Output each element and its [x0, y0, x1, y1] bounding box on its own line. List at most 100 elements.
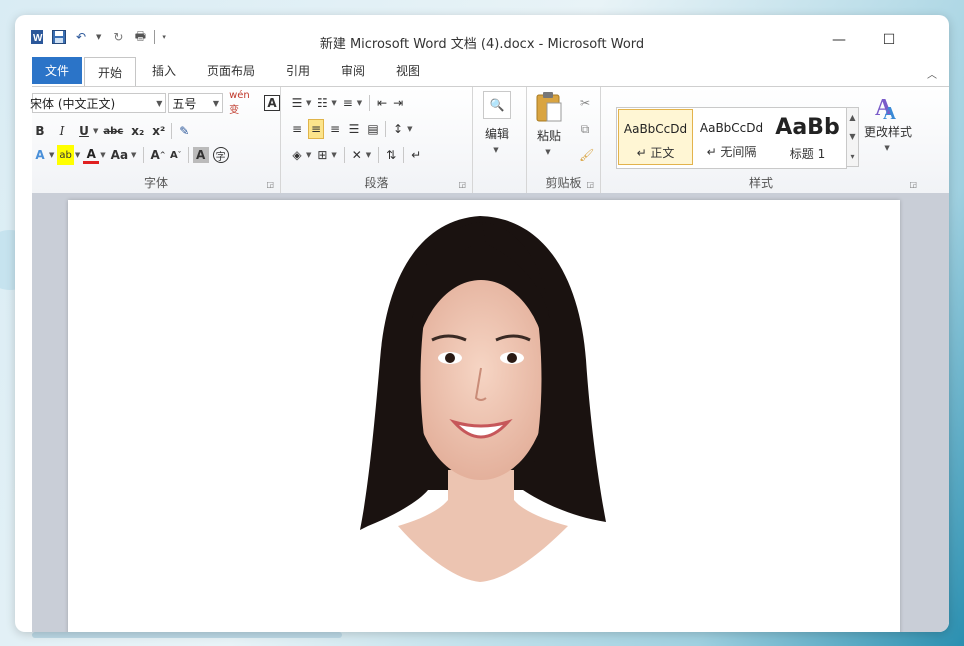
document-area[interactable]	[32, 193, 949, 632]
separator	[343, 147, 345, 163]
show-marks-icon[interactable]: ↵	[408, 145, 424, 165]
font-name-combo[interactable]: 宋体 (中文正文) ▼	[30, 93, 167, 113]
format-painter-icon[interactable]: 🖌	[577, 145, 596, 165]
edit-label: 编辑	[484, 127, 509, 141]
line-spacing-dropdown-icon[interactable]: ▼	[407, 125, 412, 133]
bullets-icon[interactable]: ☰	[289, 93, 305, 113]
chevron-down-icon: ▼	[545, 148, 551, 156]
maximize-button[interactable]: ☐	[871, 27, 907, 53]
align-right-icon[interactable]: ≡	[327, 119, 343, 139]
edit-button[interactable]: 🔍 编辑 ▼	[483, 91, 511, 154]
phonetic-guide-icon[interactable]: wén 变	[227, 90, 264, 116]
character-border-icon[interactable]: A	[264, 95, 280, 111]
dialog-launcher-icon[interactable]: ◲	[458, 180, 466, 189]
binoculars-icon: 🔍	[483, 91, 511, 119]
scroll-down-icon[interactable]: ▼	[849, 132, 855, 141]
clear-formatting-icon[interactable]: ✎	[176, 121, 192, 141]
multilevel-list-icon[interactable]: ≡	[340, 93, 356, 113]
paste-label: 粘贴	[536, 129, 561, 143]
scroll-up-icon[interactable]: ▲	[849, 113, 855, 122]
more-styles-icon[interactable]: ▾	[850, 152, 854, 161]
minimize-button[interactable]: —	[821, 27, 857, 53]
align-center-icon[interactable]: ≡	[308, 119, 325, 139]
font-color-dropdown-icon[interactable]: ▼	[100, 151, 105, 159]
highlight-dropdown-icon[interactable]: ▼	[75, 151, 80, 159]
style-normal[interactable]: AaBbCcDd ↵ 正文	[618, 109, 693, 165]
dialog-launcher-icon[interactable]: ◲	[266, 180, 274, 189]
strikethrough-button[interactable]: abc	[101, 121, 125, 141]
title-bar: W ↶ ▼ ↻ 🖶 ▾ 新建 Microsoft Word 文档 (4).doc…	[15, 15, 949, 55]
decrease-indent-icon[interactable]: ⇤	[374, 93, 390, 113]
bullets-dropdown-icon[interactable]: ▼	[306, 99, 311, 107]
borders-icon[interactable]: ⊞	[314, 145, 330, 165]
dialog-launcher-icon[interactable]: ◲	[586, 180, 594, 189]
chinese-layout-dropdown-icon[interactable]: ▼	[366, 151, 371, 159]
shrink-font-label: A	[169, 149, 178, 161]
numbering-dropdown-icon[interactable]: ▼	[331, 99, 336, 107]
change-styles-button[interactable]: AA 更改样式 ▼	[864, 91, 912, 152]
sort-icon[interactable]: ⇅	[383, 145, 399, 165]
numbering-icon[interactable]: ☷	[314, 93, 330, 113]
superscript-button[interactable]: x²	[150, 121, 167, 141]
enclose-characters-button[interactable]: 字	[212, 147, 229, 163]
italic-button[interactable]: I	[54, 121, 70, 141]
font-size-combo[interactable]: 五号 ▼	[168, 93, 224, 113]
document-page[interactable]	[68, 200, 900, 632]
dialog-launcher-icon[interactable]: ◲	[909, 180, 917, 189]
text-effects-icon[interactable]: A	[32, 145, 48, 165]
paragraph-group: ☰ ▼ ☷ ▼ ≡ ▼ ⇤ ⇥ ≡ ≡ ≡ ☰ ▤ ↕ ▼ ◈ ▼ ⊞ ▼ ✕ ▼	[281, 87, 473, 193]
ribbon-tabs: 文件 开始 插入 页面布局 引用 审阅 视图 ︿	[15, 56, 949, 86]
tab-review[interactable]: 审阅	[332, 57, 374, 84]
paste-button[interactable]: 粘贴 ▼	[535, 91, 563, 156]
line-spacing-icon[interactable]: ↕	[390, 119, 406, 139]
chevron-down-icon: ▼	[156, 98, 163, 108]
multilevel-dropdown-icon[interactable]: ▼	[357, 99, 362, 107]
highlight-icon[interactable]: ab	[57, 145, 74, 165]
tab-file[interactable]: 文件	[32, 57, 82, 84]
align-left-icon[interactable]: ≡	[289, 119, 305, 139]
word-window: W ↶ ▼ ↻ 🖶 ▾ 新建 Microsoft Word 文档 (4).doc…	[15, 15, 949, 632]
text-effects-dropdown-icon[interactable]: ▼	[49, 151, 54, 159]
borders-dropdown-icon[interactable]: ▼	[331, 151, 336, 159]
tab-home[interactable]: 开始	[84, 57, 136, 86]
increase-indent-icon[interactable]: ⇥	[390, 93, 406, 113]
change-case-dropdown-icon[interactable]: ▼	[131, 151, 136, 159]
separator	[378, 147, 380, 163]
change-case-button[interactable]: Aa	[109, 145, 130, 165]
underline-button[interactable]: U	[76, 121, 92, 141]
font-color-icon[interactable]: A	[83, 147, 100, 164]
separator	[143, 147, 145, 163]
justify-icon[interactable]: ☰	[346, 119, 362, 139]
style-heading-1[interactable]: AaBb 标题 1	[770, 109, 845, 165]
tab-view[interactable]: 视图	[387, 57, 429, 84]
style-no-spacing[interactable]: AaBbCcDd ↵ 无间隔	[694, 109, 769, 165]
tab-references[interactable]: 引用	[277, 57, 319, 84]
chinese-layout-icon[interactable]: ✕	[349, 145, 365, 165]
shrink-font-button[interactable]: Aˇ	[168, 145, 184, 165]
cut-icon[interactable]: ✂	[577, 93, 593, 113]
style-preview: AaBbCcDd	[623, 122, 688, 136]
grow-font-button[interactable]: A ^	[148, 145, 167, 165]
subscript-button[interactable]: x₂	[129, 121, 146, 141]
chevron-down-icon: ▼	[884, 144, 890, 152]
window-title: 新建 Microsoft Word 文档 (4).docx - Microsof…	[319, 37, 645, 52]
copy-icon[interactable]: ⧉	[577, 119, 593, 139]
character-shading-button[interactable]: A	[192, 147, 209, 163]
bold-button[interactable]: B	[32, 121, 48, 141]
tab-page-layout[interactable]: 页面布局	[200, 57, 262, 84]
chevron-down-icon: ▼	[212, 98, 220, 108]
font-name-value: 宋体 (中文正文)	[30, 96, 116, 111]
change-styles-label: 更改样式	[864, 125, 913, 139]
separator	[187, 147, 189, 163]
underline-dropdown-icon[interactable]: ▼	[93, 127, 98, 135]
clipboard-icon	[536, 92, 562, 122]
font-group: 宋体 (中文正文) ▼ 五号 ▼ wén 变 A B I U ▼ abc x₂ …	[30, 87, 281, 193]
collapse-ribbon-icon[interactable]: ︿	[927, 66, 937, 81]
tab-insert[interactable]: 插入	[143, 57, 185, 84]
change-styles-icon: AA	[875, 95, 896, 121]
grow-font-label: A	[150, 148, 160, 162]
shading-icon[interactable]: ◈	[289, 145, 305, 165]
distributed-icon[interactable]: ▤	[365, 119, 381, 139]
styles-scrollbar[interactable]: ▲ ▼ ▾	[846, 107, 859, 167]
shading-dropdown-icon[interactable]: ▼	[306, 151, 311, 159]
